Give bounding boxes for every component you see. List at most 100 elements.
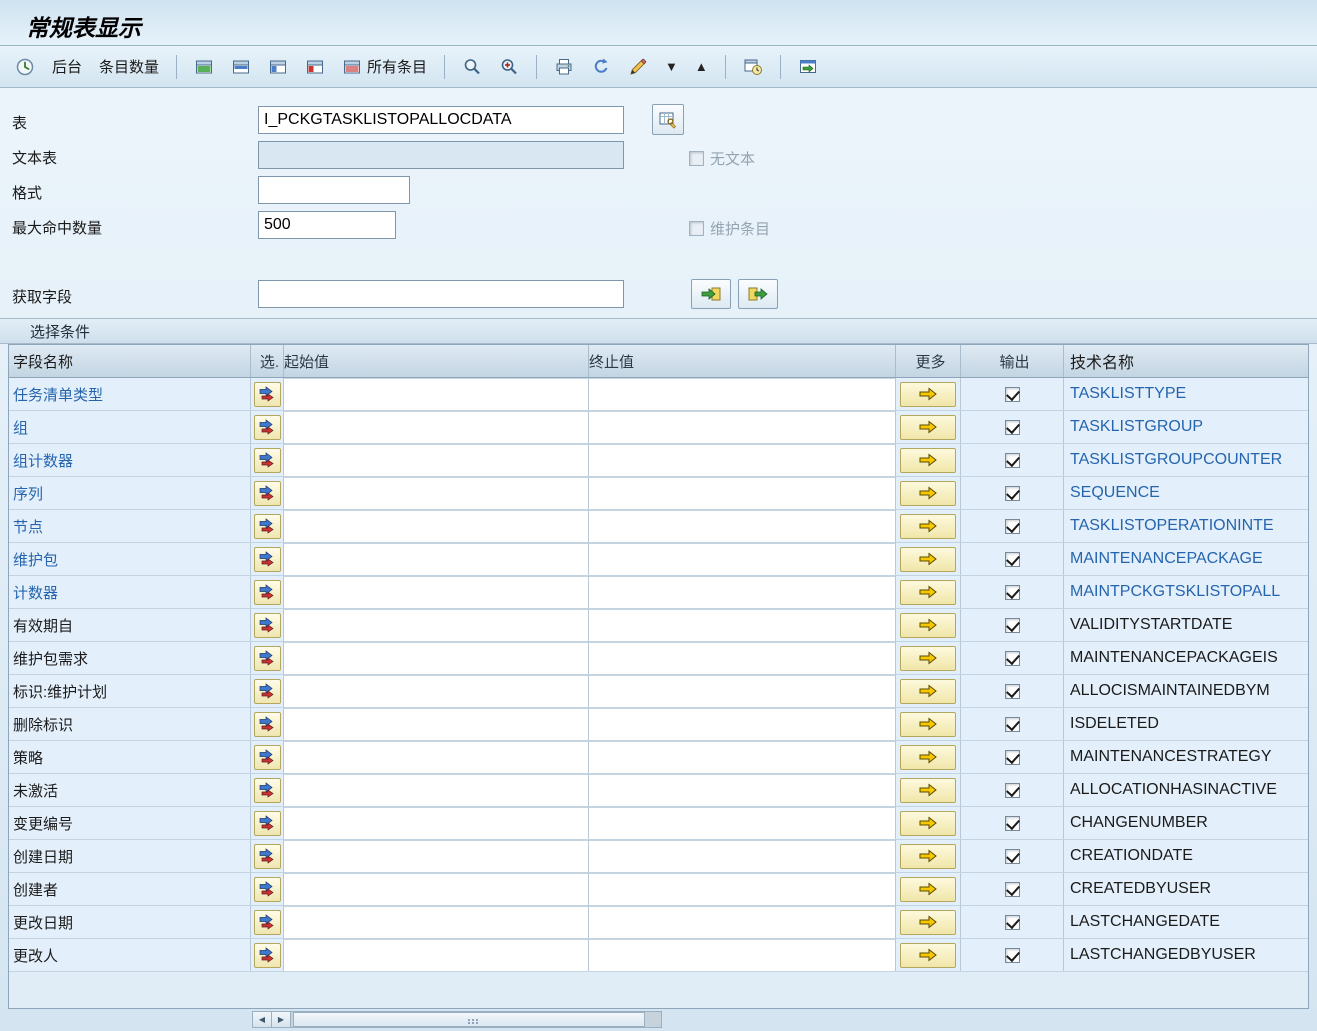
change-button[interactable] <box>623 54 653 80</box>
output-checkbox[interactable] <box>1005 618 1020 633</box>
selection-option-button[interactable] <box>254 580 281 605</box>
from-value-input[interactable] <box>284 576 588 608</box>
from-value-input[interactable] <box>284 642 588 674</box>
more-button[interactable] <box>900 514 956 539</box>
selection-option-button[interactable] <box>254 382 281 407</box>
output-checkbox[interactable] <box>1005 750 1020 765</box>
output-checkbox[interactable] <box>1005 453 1020 468</box>
from-value-input[interactable] <box>284 609 588 641</box>
scroll-left-button[interactable]: ◀ <box>253 1012 272 1027</box>
from-value-input[interactable] <box>284 411 588 443</box>
deselect-button[interactable] <box>300 54 330 80</box>
from-value-input[interactable] <box>284 477 588 509</box>
selection-option-button[interactable] <box>254 415 281 440</box>
more-button[interactable] <box>900 712 956 737</box>
output-checkbox[interactable] <box>1005 519 1020 534</box>
selection-option-button[interactable] <box>254 712 281 737</box>
to-value-input[interactable] <box>589 609 895 641</box>
from-value-input[interactable] <box>284 840 588 872</box>
more-button[interactable] <box>900 547 956 572</box>
from-value-input[interactable] <box>284 543 588 575</box>
output-checkbox[interactable] <box>1005 486 1020 501</box>
scrollbar-thumb[interactable] <box>293 1012 645 1027</box>
to-value-input[interactable] <box>589 675 895 707</box>
to-value-input[interactable] <box>589 378 895 410</box>
to-value-input[interactable] <box>589 906 895 938</box>
scroll-right-button[interactable]: ▶ <box>272 1012 291 1027</box>
scroll-up-button[interactable]: ▲ <box>690 57 713 76</box>
more-button[interactable] <box>900 415 956 440</box>
table-input[interactable] <box>258 106 624 134</box>
output-checkbox[interactable] <box>1005 717 1020 732</box>
more-button[interactable] <box>900 910 956 935</box>
entry-count-button[interactable]: 条目数量 <box>94 53 164 80</box>
more-button[interactable] <box>900 844 956 869</box>
selection-option-button[interactable] <box>254 613 281 638</box>
to-value-input[interactable] <box>589 444 895 476</box>
execute-button[interactable] <box>10 54 40 80</box>
output-checkbox[interactable] <box>1005 783 1020 798</box>
to-value-input[interactable] <box>589 576 895 608</box>
output-checkbox[interactable] <box>1005 651 1020 666</box>
selection-option-button[interactable] <box>254 481 281 506</box>
to-value-input[interactable] <box>589 807 895 839</box>
more-button[interactable] <box>900 646 956 671</box>
select-all-button[interactable] <box>189 54 219 80</box>
scroll-down-button[interactable]: ▼ <box>660 57 683 76</box>
scrollbar-track[interactable] <box>291 1012 661 1027</box>
selection-option-button[interactable] <box>254 646 281 671</box>
from-value-input[interactable] <box>284 708 588 740</box>
table-settings-button[interactable] <box>652 104 684 135</box>
to-value-input[interactable] <box>589 411 895 443</box>
output-checkbox[interactable] <box>1005 552 1020 567</box>
selection-option-button[interactable] <box>254 448 281 473</box>
all-entries-button[interactable]: 所有条目 <box>337 53 432 80</box>
output-checkbox[interactable] <box>1005 585 1020 600</box>
to-value-input[interactable] <box>589 774 895 806</box>
selection-option-button[interactable] <box>254 679 281 704</box>
output-checkbox[interactable] <box>1005 684 1020 699</box>
to-value-input[interactable] <box>589 840 895 872</box>
more-button[interactable] <box>900 745 956 770</box>
more-button[interactable] <box>900 679 956 704</box>
to-value-input[interactable] <box>589 939 895 971</box>
selection-option-button[interactable] <box>254 877 281 902</box>
selection-option-button[interactable] <box>254 778 281 803</box>
fetch-fields-input[interactable] <box>258 280 624 308</box>
to-value-input[interactable] <box>589 741 895 773</box>
to-value-input[interactable] <box>589 510 895 542</box>
output-checkbox[interactable] <box>1005 816 1020 831</box>
from-value-input[interactable] <box>284 774 588 806</box>
from-value-input[interactable] <box>284 807 588 839</box>
search-button[interactable] <box>457 54 487 80</box>
more-button[interactable] <box>900 811 956 836</box>
more-button[interactable] <box>900 481 956 506</box>
selection-option-button[interactable] <box>254 844 281 869</box>
select-block-button[interactable] <box>226 54 256 80</box>
more-button[interactable] <box>900 448 956 473</box>
more-button[interactable] <box>900 613 956 638</box>
to-value-input[interactable] <box>589 477 895 509</box>
table-history-button[interactable] <box>738 54 768 80</box>
selection-option-button[interactable] <box>254 514 281 539</box>
from-value-input[interactable] <box>284 873 588 905</box>
from-value-input[interactable] <box>284 675 588 707</box>
from-value-input[interactable] <box>284 741 588 773</box>
output-checkbox[interactable] <box>1005 882 1020 897</box>
from-value-input[interactable] <box>284 939 588 971</box>
selection-option-button[interactable] <box>254 745 281 770</box>
to-value-input[interactable] <box>589 873 895 905</box>
format-input[interactable] <box>258 176 410 204</box>
output-checkbox[interactable] <box>1005 915 1020 930</box>
more-button[interactable] <box>900 877 956 902</box>
more-button[interactable] <box>900 943 956 968</box>
import-fields-button[interactable] <box>691 279 731 309</box>
selection-option-button[interactable] <box>254 547 281 572</box>
to-value-input[interactable] <box>589 708 895 740</box>
export-fields-button[interactable] <box>738 279 778 309</box>
more-button[interactable] <box>900 580 956 605</box>
to-value-input[interactable] <box>589 642 895 674</box>
output-checkbox[interactable] <box>1005 948 1020 963</box>
max-hits-input[interactable] <box>258 211 396 239</box>
from-value-input[interactable] <box>284 906 588 938</box>
